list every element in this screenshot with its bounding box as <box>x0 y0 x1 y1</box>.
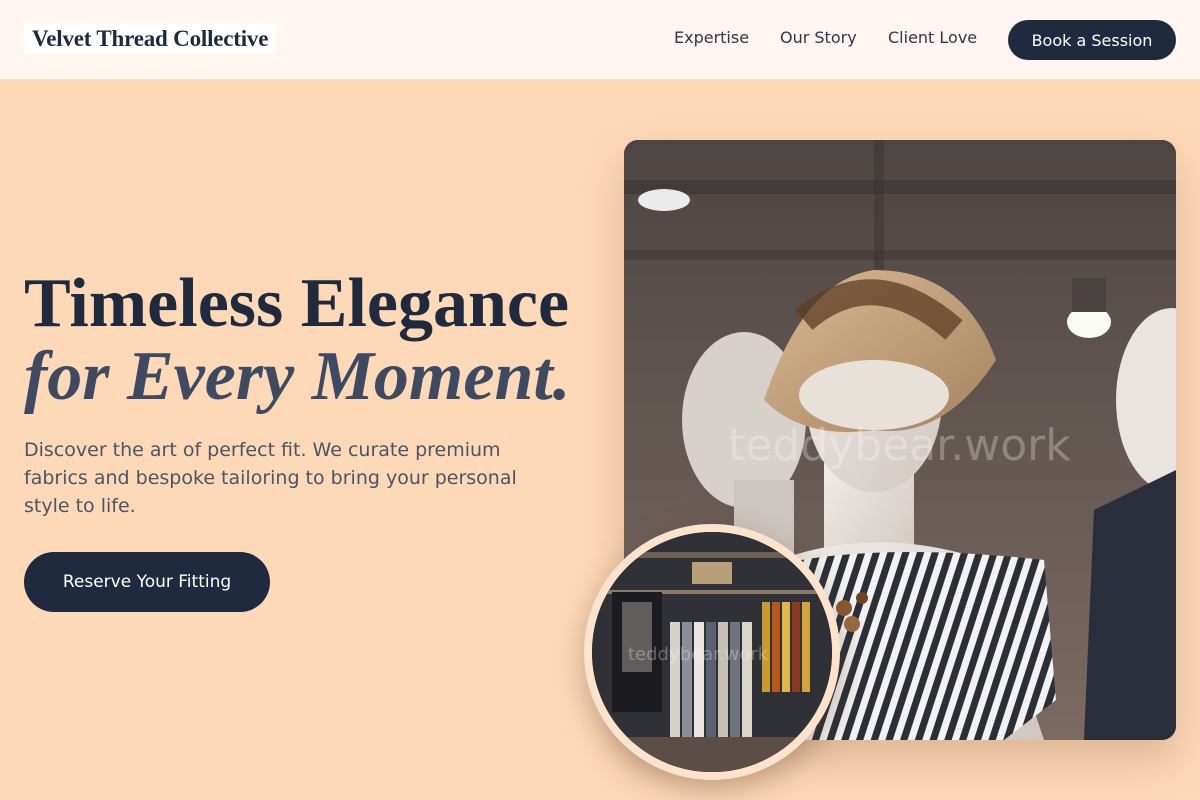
brand-logo[interactable]: Velvet Thread Collective <box>24 24 277 54</box>
inset-image-watermark: teddybear.work <box>628 644 769 665</box>
boutique-rack-image: teddybear.work <box>584 524 840 780</box>
top-navigation: Velvet Thread Collective Expertise Our S… <box>0 0 1200 80</box>
hero-description: Discover the art of perfect fit. We cura… <box>24 439 517 517</box>
reserve-fitting-button[interactable]: Reserve Your Fitting <box>24 552 270 612</box>
book-session-button[interactable]: Book a Session <box>1008 20 1176 60</box>
main-image-watermark: teddybear.work <box>728 420 1071 471</box>
nav-link-our-story[interactable]: Our Story <box>780 28 857 47</box>
headline-line-1: Timeless Elegance <box>24 265 570 342</box>
headline-line-2: for Every Moment. <box>24 338 571 415</box>
nav-link-expertise[interactable]: Expertise <box>674 28 749 47</box>
hero-headline: Timeless Elegance for Every Moment. <box>24 266 570 412</box>
nav-link-client-love[interactable]: Client Love <box>888 28 977 47</box>
